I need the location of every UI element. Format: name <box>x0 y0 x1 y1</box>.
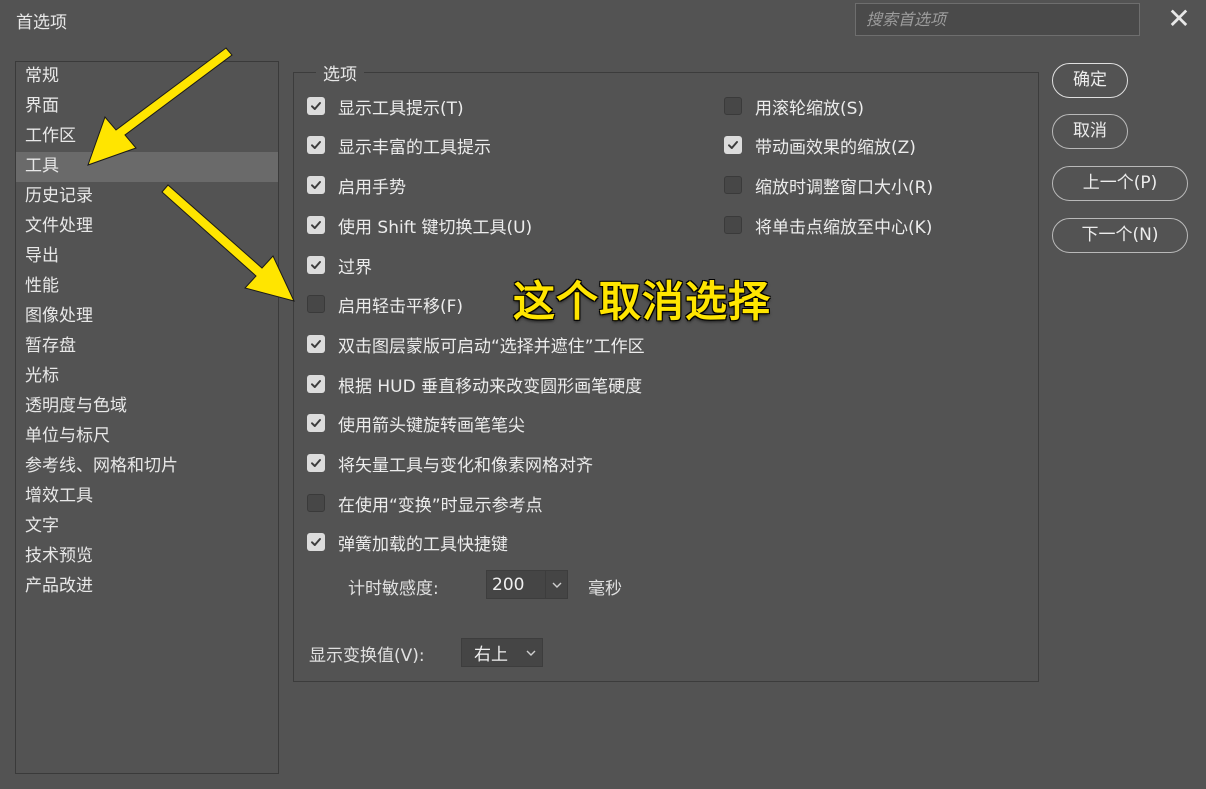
annotation-text: 这个取消选择 <box>513 277 772 326</box>
arrow-to-tools-icon <box>87 47 233 166</box>
arrow-to-checkbox-icon <box>161 184 295 302</box>
annotation-arrows <box>87 47 295 302</box>
